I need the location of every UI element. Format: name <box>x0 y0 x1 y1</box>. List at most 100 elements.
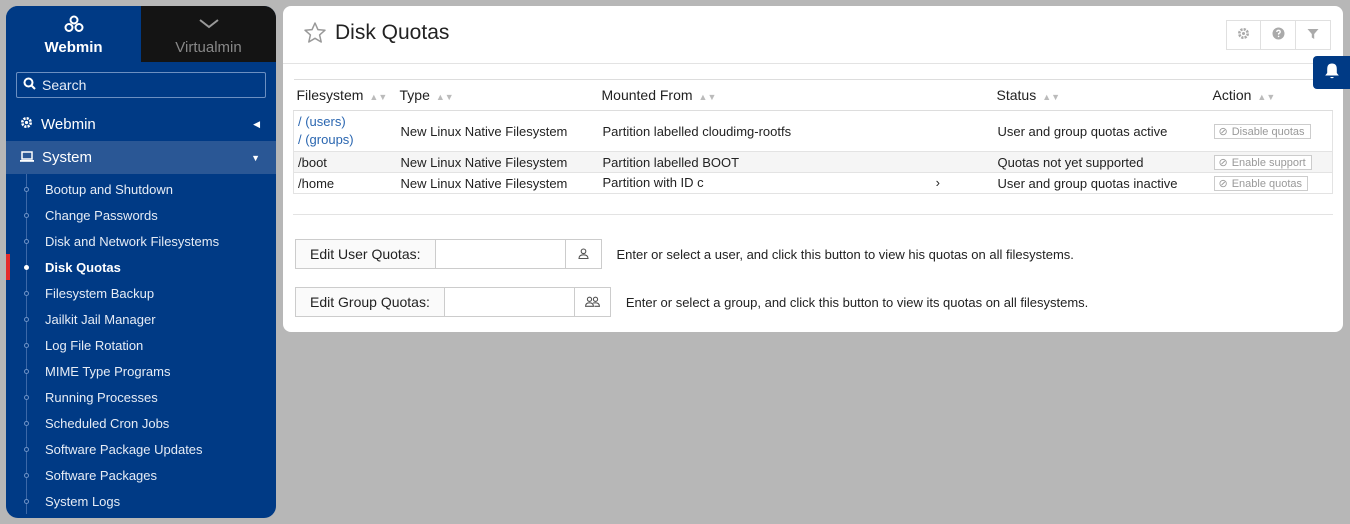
table-row: /boot New Linux Native Filesystem Partit… <box>293 151 1333 173</box>
status-cell: Quotas not yet supported <box>993 151 1210 173</box>
status-cell: User and group quotas active <box>993 110 1210 152</box>
chevron-down-icon <box>198 13 219 35</box>
filesystem-cell: /boot <box>293 151 397 173</box>
bullet-icon <box>24 317 29 322</box>
sidebar-section-webmin[interactable]: Webmin ◀ <box>6 108 276 141</box>
bullet-icon <box>24 369 29 374</box>
sidebar-item-label: Jailkit Jail Manager <box>45 311 156 327</box>
disable-quotas-button[interactable]: ⊘ Disable quotas <box>1213 124 1311 139</box>
header-label: Mounted From <box>601 87 693 103</box>
edit-user-quotas-button[interactable]: Edit User Quotas: <box>295 239 436 269</box>
sidebar-item-disk-and-network-filesystems[interactable]: Disk and Network Filesystems <box>6 228 276 254</box>
gear-icon <box>20 116 33 133</box>
sidebar-section-label: System <box>42 149 93 166</box>
sidebar-item-change-passwords[interactable]: Change Passwords <box>6 202 276 228</box>
bullet-icon <box>24 343 29 348</box>
tab-virtualmin[interactable]: Virtualmin <box>141 6 276 62</box>
bullet-icon <box>24 473 29 478</box>
caret-left-icon: ◀ <box>253 119 260 129</box>
bell-icon <box>1324 62 1340 83</box>
action-label: Disable quotas <box>1231 125 1305 138</box>
bullet-icon <box>24 265 29 270</box>
sidebar-item-label: Disk and Network Filesystems <box>45 233 220 249</box>
group-quota-description: Enter or select a group, and click this … <box>625 294 1089 310</box>
ban-icon: ⊘ <box>1218 157 1228 169</box>
header-label: Filesystem <box>296 87 364 103</box>
bullet-icon <box>24 499 29 504</box>
caret-down-icon: ▼ <box>251 152 260 163</box>
sort-icon: ▲▼ <box>698 92 717 102</box>
action-label: Enable quotas <box>1231 177 1303 190</box>
type-cell: New Linux Native Filesystem <box>396 151 599 173</box>
action-cell: ⊘ Disable quotas <box>1209 110 1333 152</box>
help-button[interactable] <box>1261 20 1296 50</box>
main-panel: Disk Quotas Filesystem ▲▼ Type ▲▼ Mounte… <box>283 6 1343 332</box>
sidebar-item-software-packages[interactable]: Software Packages <box>6 462 276 488</box>
sidebar-item-system-logs[interactable]: System Logs <box>6 488 276 514</box>
status-cell: User and group quotas inactive <box>993 172 1210 194</box>
tab-virtualmin-label: Virtualmin <box>175 39 242 56</box>
filesystem-cell: / (users) / (groups) <box>293 110 397 152</box>
user-input[interactable] <box>435 239 566 269</box>
ban-icon: ⊘ <box>1218 126 1228 138</box>
sidebar-item-label: Log File Rotation <box>45 337 144 353</box>
sidebar-item-running-processes[interactable]: Running Processes <box>6 384 276 410</box>
sidebar-item-scheduled-cron-jobs[interactable]: Scheduled Cron Jobs <box>6 410 276 436</box>
page-title: Disk Quotas <box>335 21 450 44</box>
header-label: Action <box>1212 87 1252 103</box>
sidebar-item-disk-quotas[interactable]: Disk Quotas <box>6 254 276 280</box>
search-input[interactable] <box>42 77 252 93</box>
notifications-button[interactable] <box>1313 56 1350 89</box>
sidebar-tabs: Webmin Virtualmin <box>6 6 276 62</box>
filesystem-groups-link[interactable]: / (groups) <box>298 131 394 149</box>
mounted-from-cell: Partition with ID c › <box>598 172 994 194</box>
sidebar-item-label: Bootup and Shutdown <box>45 181 173 197</box>
sidebar-item-filesystem-backup[interactable]: Filesystem Backup <box>6 280 276 306</box>
tab-webmin[interactable]: Webmin <box>6 6 141 62</box>
column-header-type[interactable]: Type ▲▼ <box>396 79 599 111</box>
column-header-filesystem[interactable]: Filesystem ▲▼ <box>293 79 397 111</box>
filter-button[interactable] <box>1296 20 1331 50</box>
filesystem-users-link[interactable]: / (users) <box>298 113 394 131</box>
sidebar-item-mime-type-programs[interactable]: MIME Type Programs <box>6 358 276 384</box>
ban-icon: ⊘ <box>1218 178 1228 190</box>
module-config-button[interactable] <box>1226 20 1261 50</box>
question-circle-icon <box>1272 27 1285 43</box>
sidebar-item-bootup-and-shutdown[interactable]: Bootup and Shutdown <box>6 176 276 202</box>
column-header-mounted-from[interactable]: Mounted From ▲▼ <box>598 79 994 111</box>
star-icon[interactable] <box>303 21 327 48</box>
sidebar-item-software-package-updates[interactable]: Software Package Updates <box>6 436 276 462</box>
mounted-from-suffix: › <box>935 175 940 191</box>
edit-group-quotas-button[interactable]: Edit Group Quotas: <box>295 287 445 317</box>
title-toolbar <box>1226 20 1331 50</box>
sidebar-item-label: System Logs <box>45 493 121 509</box>
table-row: /home New Linux Native Filesystem Partit… <box>293 172 1333 194</box>
sidebar-item-label: Software Packages <box>45 467 158 483</box>
group-input[interactable] <box>444 287 575 317</box>
group-quota-row: Edit Group Quotas: Enter or select a gro… <box>295 287 1088 317</box>
action-label: Enable support <box>1231 156 1306 169</box>
sidebar-item-label: Filesystem Backup <box>45 285 155 301</box>
header-label: Status <box>996 87 1037 103</box>
table-header-row: Filesystem ▲▼ Type ▲▼ Mounted From ▲▼ Statu… <box>293 79 1333 111</box>
webmin-logo-icon <box>64 13 84 35</box>
sidebar-section-label: Webmin <box>41 116 96 133</box>
action-cell: ⊘ Enable support <box>1209 151 1333 173</box>
bullet-icon <box>24 291 29 296</box>
enable-quotas-button[interactable]: ⊘ Enable quotas <box>1213 176 1309 191</box>
sidebar-item-label: Scheduled Cron Jobs <box>45 415 170 431</box>
sidebar-section-system[interactable]: System ▼ <box>6 141 276 174</box>
action-cell: ⊘ Enable quotas <box>1209 172 1333 194</box>
sidebar-item-log-file-rotation[interactable]: Log File Rotation <box>6 332 276 358</box>
column-header-status[interactable]: Status ▲▼ <box>993 79 1210 111</box>
search-box[interactable] <box>16 72 266 98</box>
search-icon <box>23 77 36 93</box>
sort-icon: ▲▼ <box>369 92 388 102</box>
bullet-icon <box>24 187 29 192</box>
select-user-button[interactable] <box>565 239 602 269</box>
enable-support-button[interactable]: ⊘ Enable support <box>1213 155 1312 170</box>
select-group-button[interactable] <box>574 287 611 317</box>
tab-webmin-label: Webmin <box>44 39 103 56</box>
user-quota-row: Edit User Quotas: Enter or select a user… <box>295 239 1074 269</box>
sidebar-item-jailkit-jail-manager[interactable]: Jailkit Jail Manager <box>6 306 276 332</box>
